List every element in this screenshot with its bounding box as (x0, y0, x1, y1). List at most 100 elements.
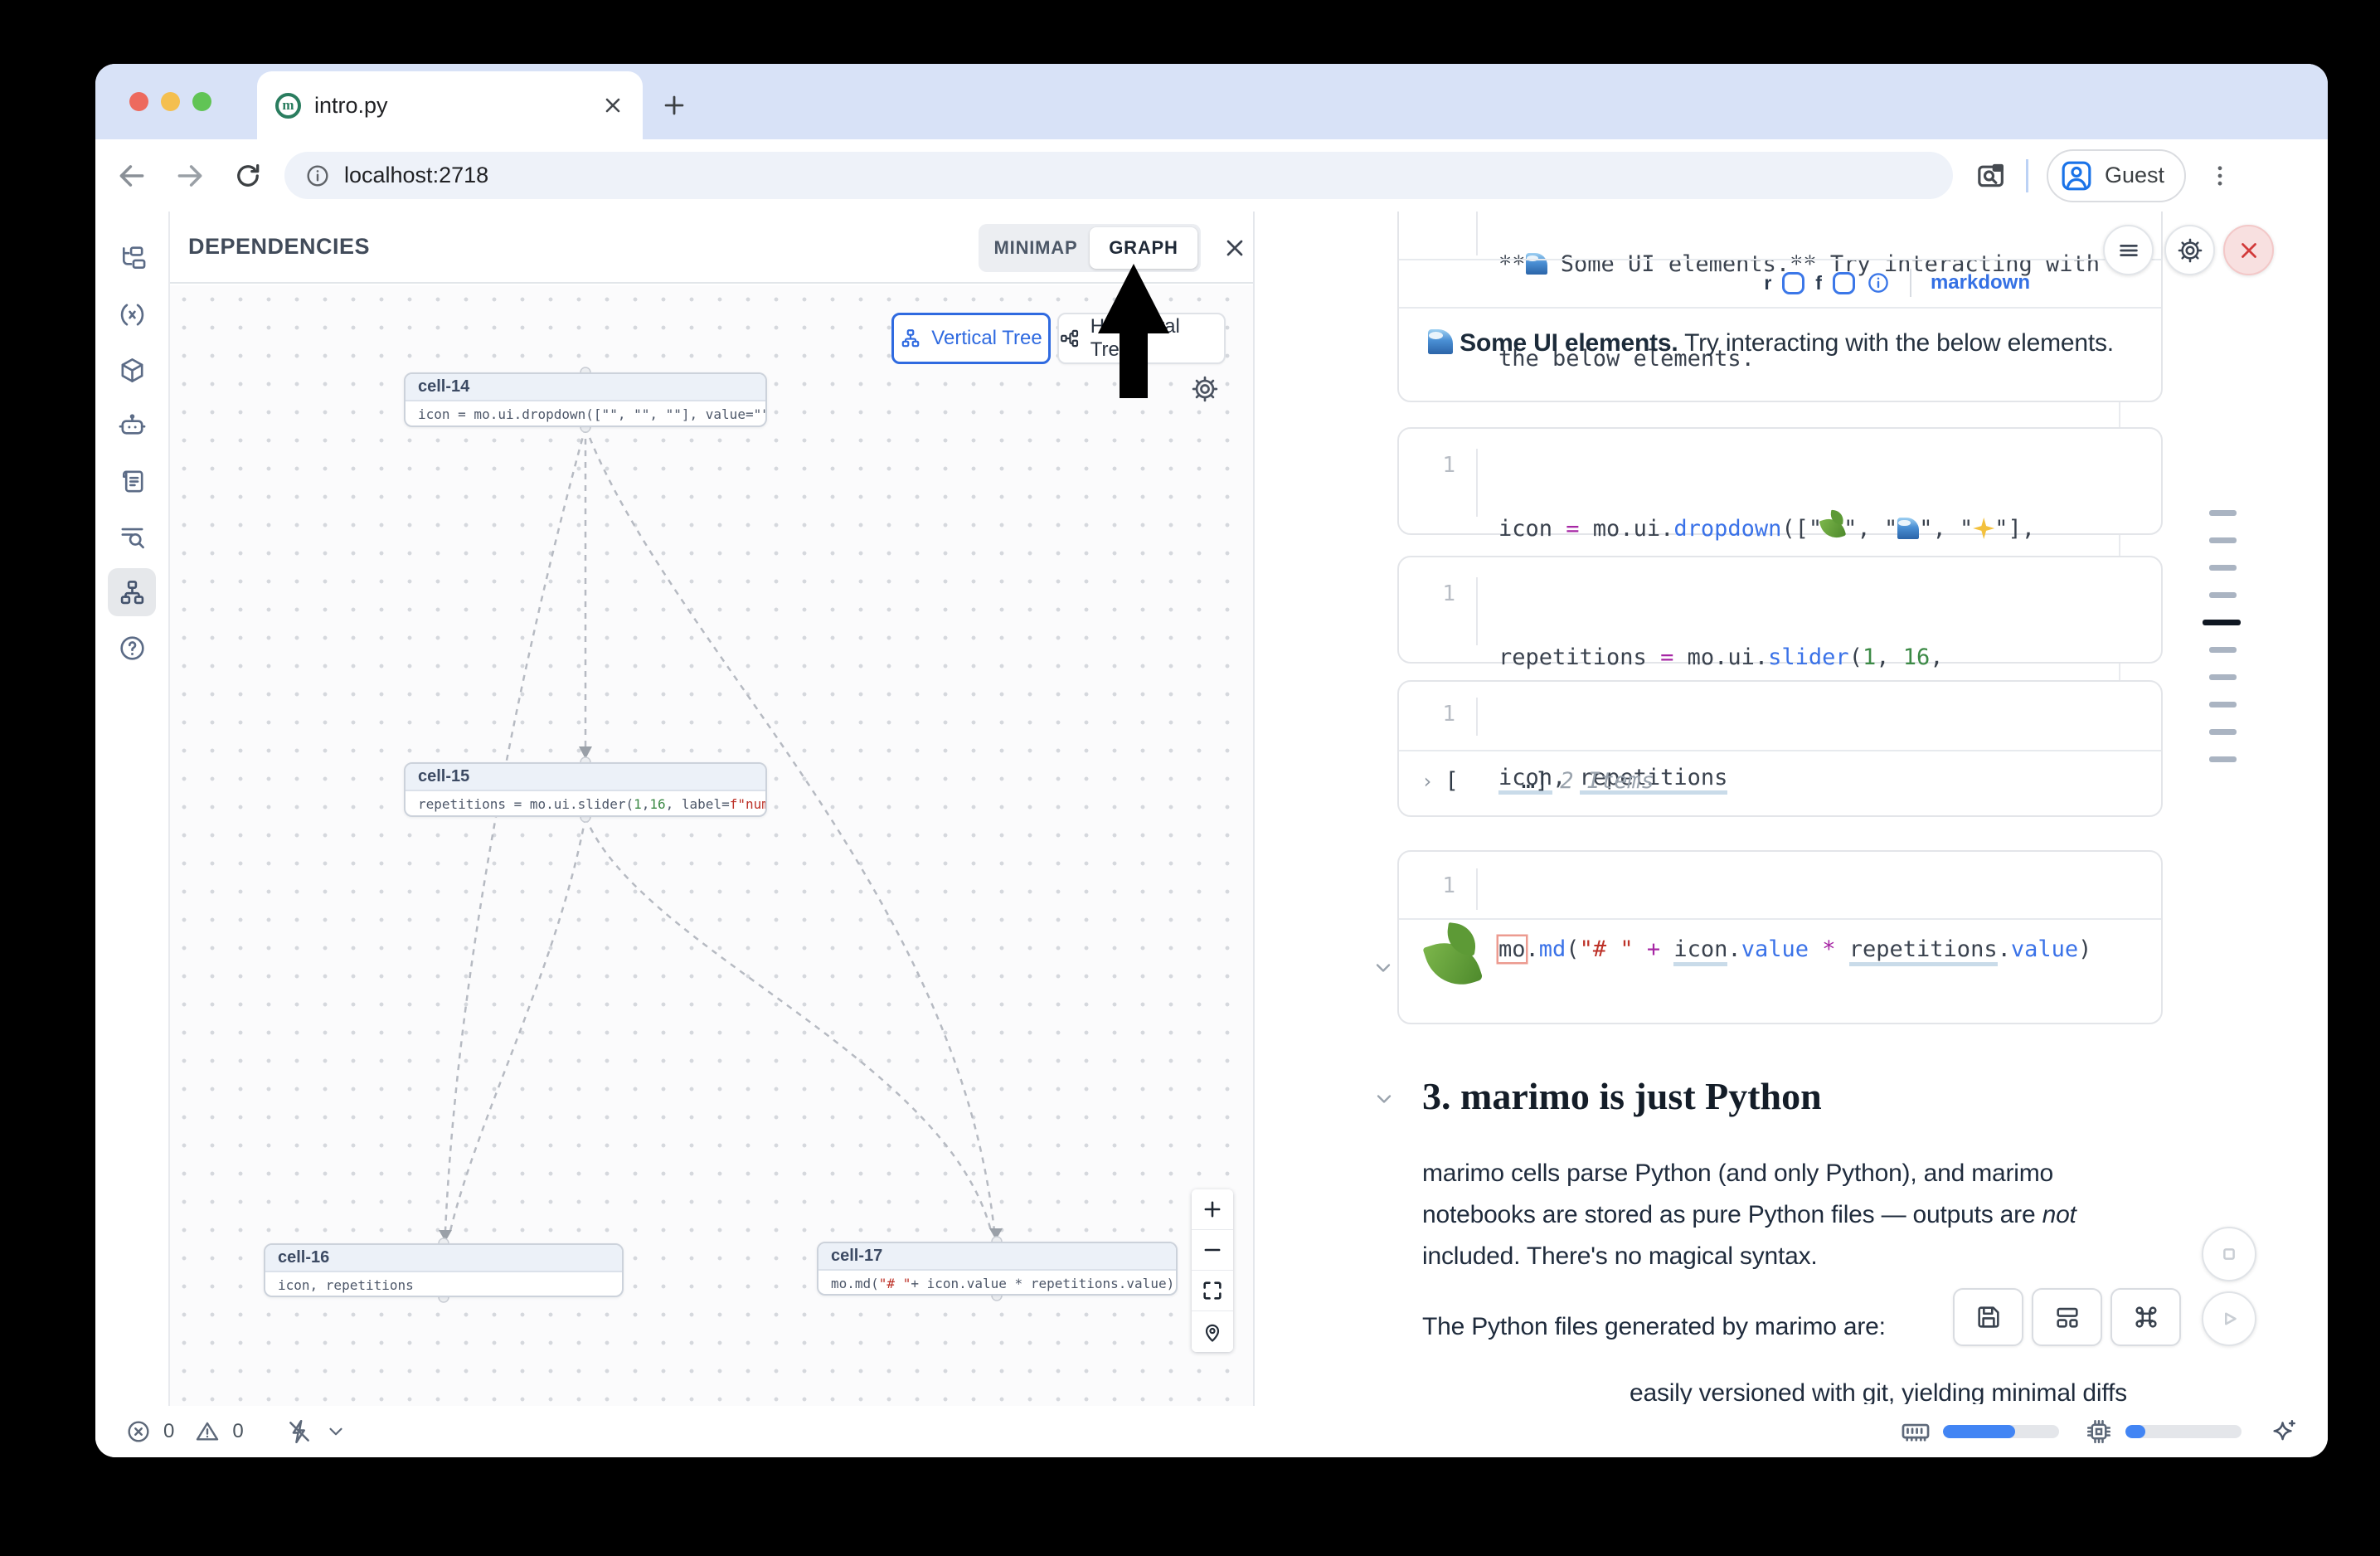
errors-icon[interactable] (125, 1418, 152, 1445)
shutdown-button[interactable] (2223, 225, 2274, 275)
format-toggle-checkbox[interactable] (1833, 272, 1855, 294)
tuple-code-cell[interactable]: 1 icon, repetitions › [ … ] 2 Items (1397, 680, 2163, 817)
close-tab-icon[interactable] (601, 94, 624, 117)
forward-icon[interactable] (168, 154, 211, 197)
minimap-cell-marker[interactable] (2203, 620, 2241, 625)
collapse-output-icon[interactable] (1371, 955, 1396, 980)
graph-canvas[interactable]: cell-14 icon = mo.ui.dropdown(["", "", "… (170, 285, 1253, 1406)
cell-language-label[interactable]: markdown (1931, 271, 2030, 294)
maximize-window-button[interactable] (192, 92, 211, 111)
node-title: cell-16 (278, 1248, 329, 1267)
close-panel-icon[interactable] (1222, 235, 1248, 261)
tab-minimap[interactable]: MINIMAP (982, 227, 1090, 269)
browser-tab[interactable]: m intro.py (257, 71, 643, 139)
slider-code-cell[interactable]: 1 repetitions = mo.ui.slider(1, 16, labe… (1397, 556, 2163, 664)
tab-graph[interactable]: GRAPH (1090, 227, 1197, 269)
url-bar[interactable]: localhost:2718 (284, 152, 1953, 199)
cell-info-icon[interactable] (1866, 270, 1891, 295)
ai-sparkle-button[interactable] (2270, 1417, 2298, 1446)
help-icon (118, 634, 147, 663)
sidebar-item-ai-assistant[interactable] (108, 401, 156, 450)
minimap-cell-marker[interactable] (2209, 647, 2237, 653)
sidebar-item-variables[interactable] (108, 290, 156, 338)
code-token: "], (1994, 516, 2035, 542)
autorun-disabled-icon[interactable] (285, 1417, 313, 1446)
code-token: + (1647, 936, 1660, 962)
keyboard-shortcuts-button[interactable] (2110, 1288, 2181, 1346)
markdown-cell[interactable]: 1 ** Some UI elements.** Try interacting… (1397, 212, 2163, 402)
minimize-window-button[interactable] (161, 92, 180, 111)
minimap-cell-marker[interactable] (2209, 510, 2237, 516)
sidebar-item-snippets-search[interactable] (108, 513, 156, 561)
view-mode-switch: MINIMAP GRAPH (979, 224, 1201, 272)
sidebar-item-logs[interactable] (108, 457, 156, 505)
minimap-cell-marker[interactable] (2209, 702, 2237, 707)
save-button[interactable] (1953, 1288, 2023, 1346)
code-editor[interactable]: mo.md("# " + icon.value * repetitions.va… (1498, 871, 2144, 1028)
profile-button[interactable]: Guest (2047, 149, 2186, 202)
graph-node-cell-15[interactable]: cell-15 repetitions = mo.ui.slider(1, 16… (404, 762, 767, 817)
minimap-cell-marker[interactable] (2209, 756, 2237, 762)
code-token: = (1660, 644, 1673, 670)
fullscreen-icon (1201, 1279, 1224, 1302)
zoom-out-button[interactable] (1192, 1230, 1233, 1271)
graph-node-cell-17[interactable]: cell-17 mo.md("# " + icon.value * repeti… (817, 1242, 1178, 1296)
back-icon[interactable] (110, 154, 153, 197)
minimap-cell-marker[interactable] (2209, 729, 2237, 735)
tab-search-icon[interactable] (1974, 159, 2008, 192)
browser-toolbar: localhost:2718 Guest (95, 139, 2328, 212)
fit-view-button[interactable] (1192, 1271, 1233, 1311)
runtime-menu-chevron[interactable] (325, 1421, 347, 1442)
minimap-cell-marker[interactable] (2209, 537, 2237, 543)
gear-icon (2177, 237, 2203, 264)
graph-node-cell-14[interactable]: cell-14 icon = mo.ui.dropdown(["", "", "… (404, 372, 767, 427)
collapse-section-icon[interactable] (1372, 1087, 1396, 1111)
graph-settings-icon[interactable] (1190, 374, 1220, 404)
paragraph-text: included. There's no magical syntax. (1422, 1242, 1818, 1270)
node-title: cell-15 (418, 767, 469, 786)
run-all-button[interactable] (2202, 1291, 2256, 1346)
minimap-cell-marker[interactable] (2209, 565, 2237, 571)
code-token: icon = mo.ui.dropdown([" (418, 406, 610, 422)
reload-icon[interactable] (226, 154, 270, 197)
run-toggle-label: r (1764, 272, 1771, 294)
output-bold-text: Some UI elements. (1460, 329, 1678, 357)
code-editor[interactable]: ** Some UI elements.** Try interacting w… (1498, 212, 2144, 438)
editor-output-divider (1399, 918, 2161, 920)
code-token: ", " (610, 406, 642, 422)
close-window-button[interactable] (129, 92, 148, 111)
node-code: icon = mo.ui.dropdown(["", "", ""], valu… (406, 401, 765, 427)
vertical-tree-button[interactable]: Vertical Tree (891, 313, 1051, 364)
dropdown-code-cell[interactable]: 1 icon = mo.ui.dropdown(["", "", ""], va… (1397, 427, 2163, 535)
center-view-button[interactable] (1192, 1311, 1233, 1352)
notebook-menu-button[interactable] (2103, 225, 2154, 275)
layout-button[interactable] (2032, 1288, 2102, 1346)
sparkles-emoji (1973, 518, 1994, 539)
code-token: f"number of (730, 796, 765, 812)
notebook-settings-button[interactable] (2164, 225, 2215, 275)
site-info-icon[interactable] (304, 163, 331, 189)
md-expression-cell[interactable]: 1 mo.md("# " + icon.value * repetitions.… (1397, 850, 2163, 1024)
graph-node-cell-16[interactable]: cell-16 icon, repetitions (264, 1243, 624, 1297)
zoom-in-button[interactable] (1192, 1189, 1233, 1230)
code-token: value (1741, 936, 1809, 962)
expand-output-icon[interactable]: › (1421, 770, 1433, 793)
sidebar-item-packages[interactable] (108, 346, 156, 394)
cpu-icon[interactable] (2084, 1417, 2114, 1447)
paragraph-emphasis: not (2042, 1201, 2076, 1228)
minimap-cell-marker[interactable] (2209, 674, 2237, 680)
warnings-icon[interactable] (194, 1418, 221, 1445)
memory-icon[interactable] (1900, 1416, 1931, 1447)
memory-usage-bar (1943, 1425, 2059, 1438)
new-tab-button[interactable] (655, 86, 693, 124)
browser-menu-icon[interactable] (2206, 162, 2234, 190)
run-toggle-checkbox[interactable] (1782, 272, 1804, 294)
horizontal-tree-button[interactable]: Horizontal Tree (1057, 313, 1226, 364)
sidebar-item-file-explorer[interactable] (108, 235, 156, 283)
sidebar-item-dependency-graph[interactable] (108, 568, 156, 616)
stop-all-button[interactable] (2202, 1227, 2256, 1281)
marimo-favicon: m (275, 93, 301, 119)
sidebar-item-help[interactable] (108, 624, 156, 672)
minimap-cell-marker[interactable] (2209, 592, 2237, 598)
vertical-tree-label: Vertical Tree (931, 327, 1042, 350)
